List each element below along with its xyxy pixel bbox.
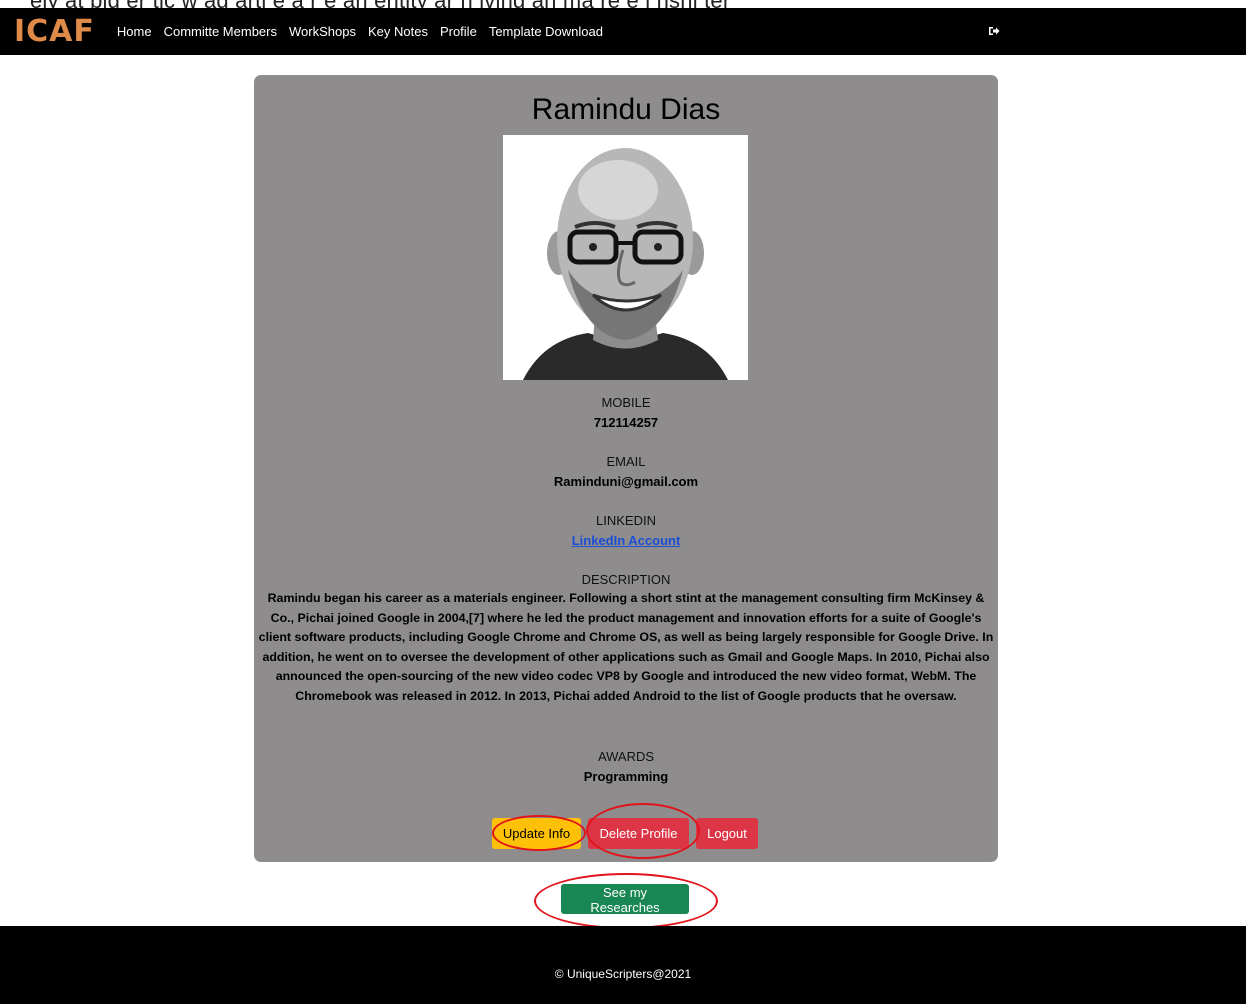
- nav-links: Home Committe Members WorkShops Key Note…: [117, 24, 615, 39]
- update-info-button[interactable]: Update Info: [492, 818, 581, 849]
- nav-link-profile[interactable]: Profile: [440, 24, 477, 39]
- email-value: Raminduni@gmail.com: [553, 474, 699, 489]
- nav-link-committe-members[interactable]: Committe Members: [164, 24, 277, 39]
- clipped-text-strip: ely at big er tic w ag arti e a r e an e…: [0, 0, 1246, 8]
- description-text: Ramindu began his career as a materials …: [258, 591, 994, 703]
- awards-value: Programming: [583, 769, 669, 784]
- icaf-logo[interactable]: ICAF: [14, 8, 95, 55]
- navbar: ICAF Home Committe Members WorkShops Key…: [0, 8, 1246, 55]
- linkedin-link[interactable]: LinkedIn Account: [572, 533, 681, 548]
- email-label: EMAIL: [606, 454, 646, 469]
- logout-button[interactable]: Logout: [696, 818, 758, 849]
- mobile-label: MOBILE: [601, 395, 651, 410]
- awards-label: AWARDS: [597, 749, 655, 764]
- nav-link-template-download[interactable]: Template Download: [489, 24, 603, 39]
- linkedin-value-container: LinkedIn Account: [254, 533, 998, 548]
- delete-profile-button[interactable]: Delete Profile: [588, 818, 689, 849]
- clipped-text: ely at big er tic w ag arti e a r e an e…: [30, 0, 730, 8]
- nav-link-workshops[interactable]: WorkShops: [289, 24, 356, 39]
- profile-name: Ramindu Dias: [531, 93, 721, 126]
- profile-actions: Update Info Delete Profile Logout: [492, 818, 765, 849]
- sign-out-icon[interactable]: [988, 25, 1000, 37]
- footer: © UniqueScripters@2021: [0, 926, 1246, 1004]
- profile-photo: [503, 135, 748, 380]
- see-my-researches-button[interactable]: See my Researches: [561, 884, 689, 915]
- linkedin-label: LINKEDIN: [596, 513, 656, 528]
- logo-text: ICAF: [14, 14, 95, 49]
- footer-copyright: © UniqueScripters@2021: [554, 967, 692, 981]
- mobile-value: 712114257: [593, 415, 659, 430]
- description-label: DESCRIPTION: [581, 572, 671, 587]
- nav-link-key-notes[interactable]: Key Notes: [368, 24, 428, 39]
- profile-card: Ramindu Dias MOBILE 712114257 EMAIL Rami…: [254, 75, 998, 862]
- nav-link-home[interactable]: Home: [117, 24, 152, 39]
